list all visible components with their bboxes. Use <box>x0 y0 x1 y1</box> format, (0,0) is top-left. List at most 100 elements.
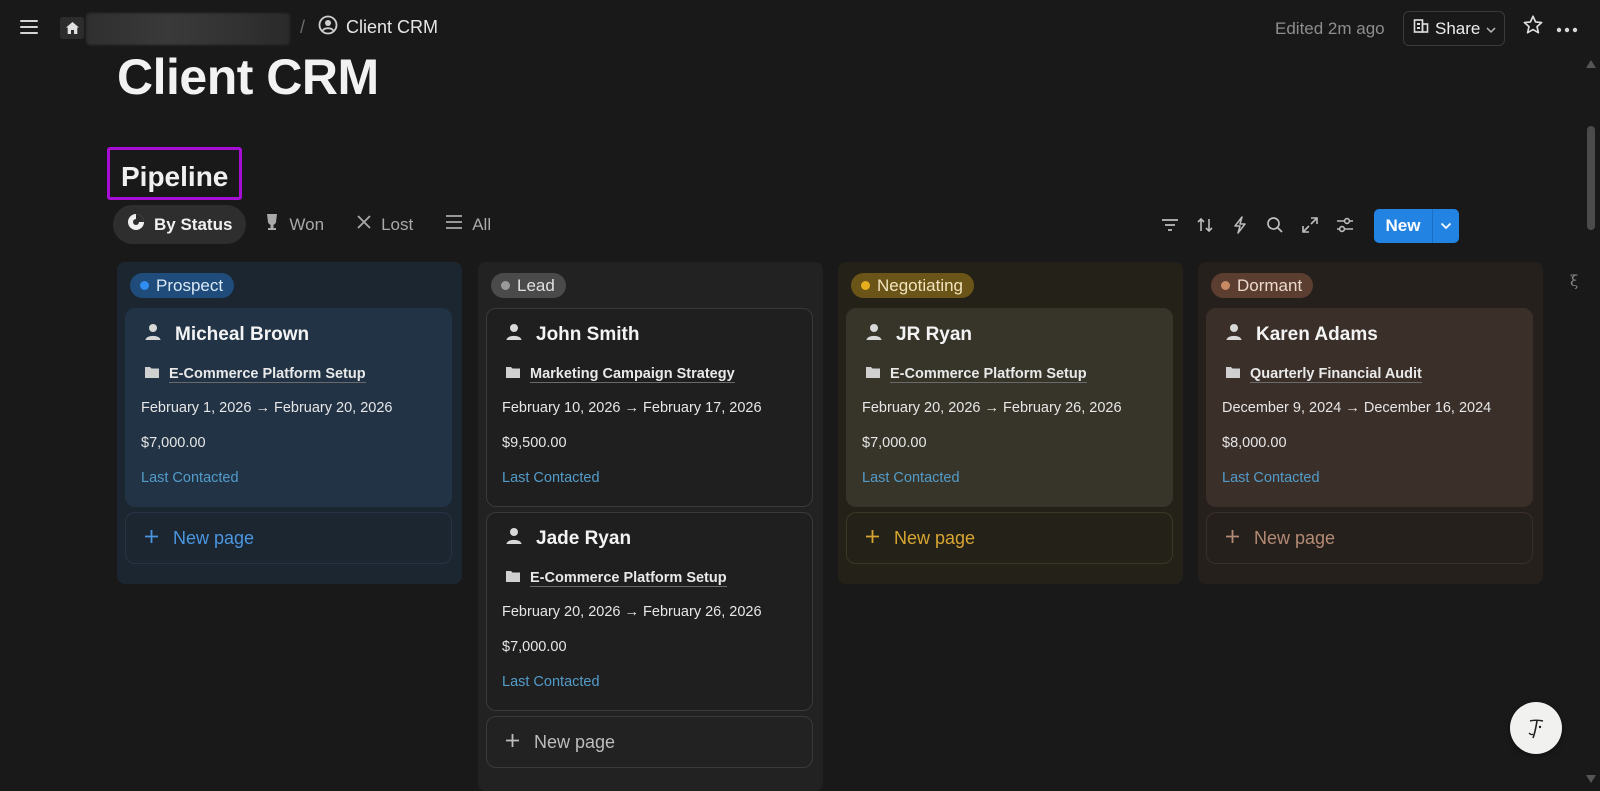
card-project[interactable]: E-Commerce Platform Setup <box>865 365 1087 383</box>
folder-icon <box>505 365 521 383</box>
card-project[interactable]: E-Commerce Platform Setup <box>505 569 727 587</box>
tab-label: All <box>472 214 492 234</box>
card-project-label: Quarterly Financial Audit <box>1250 365 1422 383</box>
board-column-lead: Lead John Smith Marketing Campaign Strat… <box>478 262 823 791</box>
tab-by-status[interactable]: By Status <box>113 205 247 244</box>
plus-icon <box>865 528 880 549</box>
automation-icon[interactable] <box>1230 215 1250 235</box>
card-last-contacted: Last Contacted <box>141 470 239 486</box>
tab-won[interactable]: Won <box>250 205 338 244</box>
board-card[interactable]: Micheal Brown E-Commerce Platform Setup … <box>125 308 452 507</box>
card-project-label: E-Commerce Platform Setup <box>169 365 366 383</box>
status-label: Dormant <box>1237 275 1303 295</box>
star-icon[interactable] <box>1522 14 1544 41</box>
plus-icon <box>1225 528 1240 549</box>
tab-label: Won <box>289 214 325 234</box>
share-label: Share <box>1435 18 1481 38</box>
card-project-label: E-Commerce Platform Setup <box>890 365 1087 383</box>
status-dot-icon <box>140 281 149 290</box>
menu-icon[interactable] <box>18 17 40 37</box>
new-page-label: New page <box>894 527 976 548</box>
share-button[interactable]: Share <box>1403 11 1505 46</box>
breadcrumb-workspace[interactable] <box>86 13 290 45</box>
card-name: Karen Adams <box>1256 324 1378 345</box>
settings-icon[interactable] <box>1335 215 1355 235</box>
list-icon <box>445 214 463 235</box>
expand-icon[interactable] <box>1300 215 1320 235</box>
new-button[interactable]: New <box>1374 209 1459 243</box>
person-icon <box>1225 323 1243 347</box>
status-label: Negotiating <box>877 275 964 295</box>
card-last-contacted: Last Contacted <box>502 470 600 486</box>
scroll-up-arrow[interactable] <box>1586 60 1596 68</box>
card-amount: $7,000.00 <box>502 639 567 655</box>
person-icon <box>144 323 162 347</box>
status-badge[interactable]: Prospect <box>130 273 235 298</box>
close-icon <box>356 214 372 235</box>
folder-icon <box>144 365 160 383</box>
card-title: Karen Adams <box>1225 323 1378 347</box>
card-last-contacted: Last Contacted <box>862 470 960 486</box>
card-title: JR Ryan <box>865 323 972 347</box>
new-page-label: New page <box>173 527 255 548</box>
card-amount: $8,000.00 <box>1222 435 1287 451</box>
section-title-highlight: Pipeline <box>107 147 242 200</box>
card-amount: $9,500.00 <box>502 435 567 451</box>
sort-icon[interactable] <box>1195 215 1215 235</box>
tab-label: Lost <box>381 214 414 234</box>
plus-icon <box>505 732 520 753</box>
search-icon[interactable] <box>1265 215 1285 235</box>
card-project[interactable]: Quarterly Financial Audit <box>1225 365 1422 383</box>
chevron-down-icon <box>1486 19 1496 39</box>
status-badge[interactable]: Lead <box>491 273 566 298</box>
tab-label: By Status <box>154 214 233 234</box>
card-dates: February 20, 2026 → February 26, 2026 <box>502 604 762 620</box>
card-name: JR Ryan <box>896 324 973 345</box>
status-badge[interactable]: Dormant <box>1211 273 1314 298</box>
card-project-label: E-Commerce Platform Setup <box>530 569 727 587</box>
help-button[interactable] <box>1510 702 1562 754</box>
card-project[interactable]: E-Commerce Platform Setup <box>144 365 366 383</box>
card-name: John Smith <box>536 324 640 345</box>
card-name: Micheal Brown <box>175 324 310 345</box>
board-column-dormant: Dormant Karen Adams Quarterly Financial … <box>1198 262 1543 584</box>
card-last-contacted: Last Contacted <box>502 674 600 690</box>
person-icon <box>505 527 523 551</box>
breadcrumb-separator: / <box>300 17 306 37</box>
scroll-down-arrow[interactable] <box>1586 775 1596 783</box>
status-label: Prospect <box>156 275 224 295</box>
board-card[interactable]: John Smith Marketing Campaign Strategy F… <box>486 308 813 507</box>
card-project[interactable]: Marketing Campaign Strategy <box>505 365 735 383</box>
chevron-down-icon[interactable] <box>1432 209 1459 243</box>
card-dates: February 10, 2026 → February 17, 2026 <box>502 400 762 416</box>
more-options-icon[interactable] <box>1556 16 1578 36</box>
trophy-icon <box>264 213 280 236</box>
new-page-button[interactable]: New page <box>846 512 1173 564</box>
new-page-button[interactable]: New page <box>125 512 452 564</box>
new-page-button[interactable]: New page <box>486 716 813 768</box>
breadcrumb-page[interactable]: Client CRM <box>318 15 438 40</box>
breadcrumb-page-label: Client CRM <box>346 17 439 37</box>
status-label: Lead <box>517 275 555 295</box>
page-title: Client CRM <box>117 49 379 105</box>
new-page-label: New page <box>1254 527 1336 548</box>
board-card[interactable]: JR Ryan E-Commerce Platform Setup Februa… <box>846 308 1173 507</box>
new-page-label: New page <box>534 731 616 752</box>
database-toolbar <box>1160 208 1355 242</box>
scroll-thumb[interactable] <box>1587 126 1595 230</box>
board-card[interactable]: Jade Ryan E-Commerce Platform Setup Febr… <box>486 512 813 711</box>
side-peek-icon[interactable]: ξ <box>1570 272 1578 290</box>
tab-all[interactable]: All <box>431 205 505 244</box>
board-column-negotiating: Negotiating JR Ryan E-Commerce Platform … <box>838 262 1183 584</box>
card-project-label: Marketing Campaign Strategy <box>530 365 735 383</box>
status-dot-icon <box>1221 281 1230 290</box>
tab-lost[interactable]: Lost <box>342 205 427 244</box>
card-last-contacted: Last Contacted <box>1222 470 1320 486</box>
status-dot-icon <box>501 281 510 290</box>
filter-icon[interactable] <box>1160 215 1180 235</box>
board-card[interactable]: Karen Adams Quarterly Financial Audit De… <box>1206 308 1533 507</box>
home-icon[interactable] <box>60 17 84 39</box>
status-badge[interactable]: Negotiating <box>851 273 975 298</box>
new-page-button[interactable]: New page <box>1206 512 1533 564</box>
vertical-scrollbar[interactable] <box>1582 56 1600 791</box>
